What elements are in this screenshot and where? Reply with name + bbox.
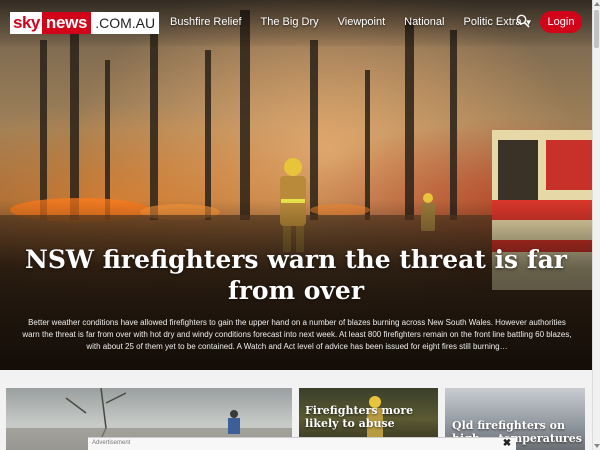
main-nav: Bushfire Relief The Big Dry Viewpoint Na… [170,16,551,28]
story-card-title: Firefighters more likely to abuse [305,404,414,430]
scrollbar-thumb[interactable] [594,10,599,48]
nav-the-big-dry[interactable]: The Big Dry [261,16,319,28]
scroll-down-icon[interactable] [594,444,600,448]
hero-headline[interactable]: NSW firefighters warn the threat is far … [0,244,592,306]
hero-story[interactable]: NSW firefighters warn the threat is far … [0,0,592,370]
page-scrollbar[interactable] [592,0,600,450]
login-button[interactable]: Login [540,11,582,33]
sky-news-logo[interactable]: sky news .COM.AU [10,12,160,34]
hero-summary: Better weather conditions have allowed f… [22,318,572,351]
nav-viewpoint[interactable]: Viewpoint [338,16,386,28]
nav-bushfire-relief[interactable]: Bushfire Relief [170,16,242,28]
scroll-up-icon[interactable] [594,2,600,6]
advertisement-bar: Advertisement ✖ [88,437,516,450]
close-icon[interactable]: ✖ [502,439,512,449]
site-header: sky news .COM.AU Bushfire Relief The Big… [0,0,592,46]
nav-politic-extra-label: Politic Extra [463,16,522,28]
logo-domain: .COM.AU [91,12,160,34]
nav-national[interactable]: National [404,16,444,28]
advertisement-label: Advertisement [92,440,131,446]
search-icon[interactable] [516,14,530,28]
logo-news: news [41,12,92,34]
logo-sky: sky [10,12,42,34]
